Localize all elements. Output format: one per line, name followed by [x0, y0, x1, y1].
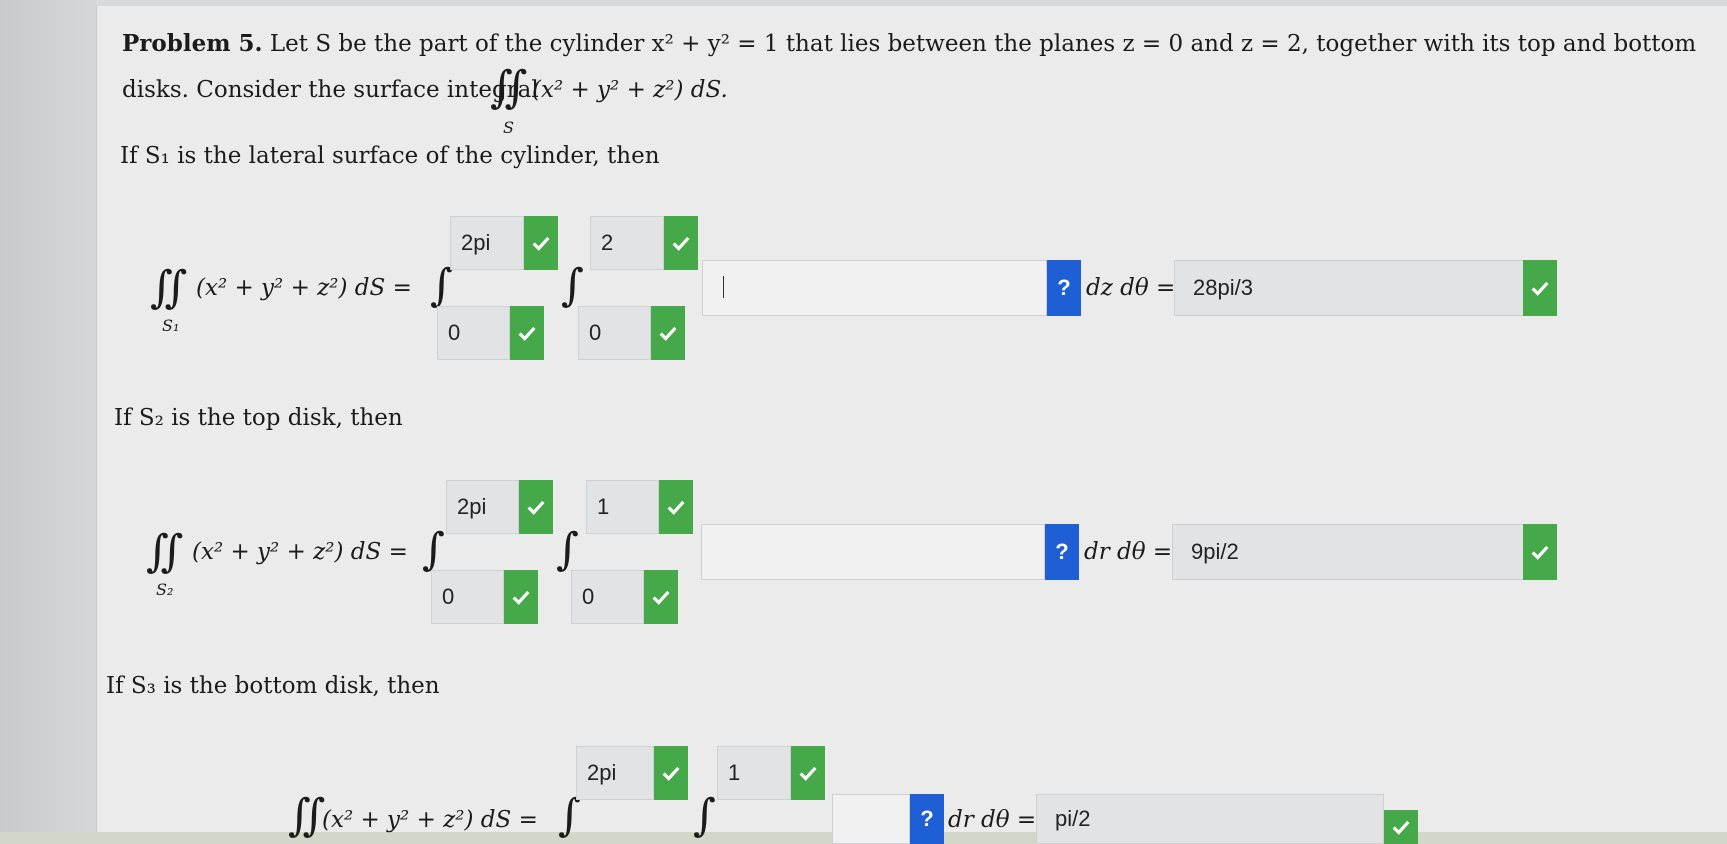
problem-statement-line1: Problem 5. Let S be the part of the cyli… — [122, 30, 1696, 58]
part2-double-integral-sign: ∬ — [146, 526, 184, 577]
check-icon — [524, 216, 558, 270]
question-mark-icon[interactable]: ? — [1045, 524, 1079, 580]
part2-outer-upper-input[interactable]: 2pi — [446, 480, 519, 534]
double-integral-sign: ∬ — [490, 62, 528, 113]
background-shade — [0, 0, 96, 844]
check-icon — [654, 746, 688, 800]
part3-result-input[interactable]: pi/2 — [1036, 794, 1384, 844]
part3-differentials: dr dθ = — [948, 807, 1037, 833]
part1-outer-lower-input[interactable]: 0 — [437, 306, 510, 360]
part2-inner-lower-input[interactable]: 0 — [571, 570, 644, 624]
question-mark-icon[interactable]: ? — [1047, 260, 1081, 316]
part2-result-input[interactable]: 9pi/2 — [1172, 524, 1524, 580]
check-icon — [644, 570, 678, 624]
part3-outer-upper-input[interactable]: 2pi — [576, 746, 654, 800]
check-icon — [519, 480, 553, 534]
question-mark-icon[interactable]: ? — [910, 794, 944, 844]
part1-inner-integral-sign: ∫ — [561, 260, 584, 311]
part1-double-integral-sign: ∬ — [150, 262, 188, 313]
part2-surface-label: S₂ — [156, 580, 174, 599]
part3-lhs: (x² + y² + z²) dS = — [322, 807, 538, 833]
check-icon — [1384, 810, 1418, 844]
check-icon — [659, 480, 693, 534]
part3-intro: If S₃ is the bottom disk, then — [106, 673, 440, 699]
check-icon — [664, 216, 698, 270]
problem-statement-line2: disks. Consider the surface integral — [122, 76, 539, 104]
problem-integrand: (x² + y² + z²) dS. — [532, 77, 728, 103]
part1-inner-lower-input[interactable]: 0 — [578, 306, 651, 360]
problem-text: Let S be the part of the cylinder x² + y… — [269, 31, 1697, 57]
check-icon — [510, 306, 544, 360]
check-icon — [1523, 524, 1557, 580]
part3-double-integral-sign: ∬ — [288, 790, 326, 841]
part3-outer-integral-sign: ∫ — [558, 790, 581, 841]
check-icon — [504, 570, 538, 624]
part2-outer-lower-input[interactable]: 0 — [431, 570, 504, 624]
part1-lhs: (x² + y² + z²) dS = — [196, 275, 412, 301]
text-cursor — [723, 276, 724, 298]
part2-lhs: (x² + y² + z²) dS = — [192, 539, 408, 565]
part2-integrand-input[interactable] — [701, 524, 1045, 580]
part1-inner-upper-input[interactable]: 2 — [590, 216, 664, 270]
check-icon — [651, 306, 685, 360]
part2-outer-integral-sign: ∫ — [422, 524, 445, 575]
part1-integrand-input[interactable] — [702, 260, 1047, 316]
part1-outer-integral-sign: ∫ — [430, 260, 453, 311]
part2-inner-integral-sign: ∫ — [556, 524, 579, 575]
part3-inner-integral-sign: ∫ — [693, 790, 716, 841]
problem-text-2: disks. Consider the surface integral — [122, 77, 539, 103]
part3-integrand-input[interactable] — [832, 794, 910, 844]
part2-inner-upper-input[interactable]: 1 — [586, 480, 659, 534]
part2-differentials: dr dθ = — [1084, 539, 1173, 565]
part1-intro: If S₁ is the lateral surface of the cyli… — [120, 143, 660, 169]
problem-heading: Problem 5. — [122, 30, 263, 57]
surface-label: S — [503, 118, 514, 137]
check-icon — [1523, 260, 1557, 316]
part1-result-input[interactable]: 28pi/3 — [1174, 260, 1524, 316]
part3-inner-upper-input[interactable]: 1 — [717, 746, 791, 800]
check-icon — [791, 746, 825, 800]
part2-intro: If S₂ is the top disk, then — [114, 405, 403, 431]
part1-differentials: dz dθ = — [1086, 275, 1176, 301]
part1-surface-label: S₁ — [162, 316, 180, 335]
part1-outer-upper-input[interactable]: 2pi — [450, 216, 524, 270]
